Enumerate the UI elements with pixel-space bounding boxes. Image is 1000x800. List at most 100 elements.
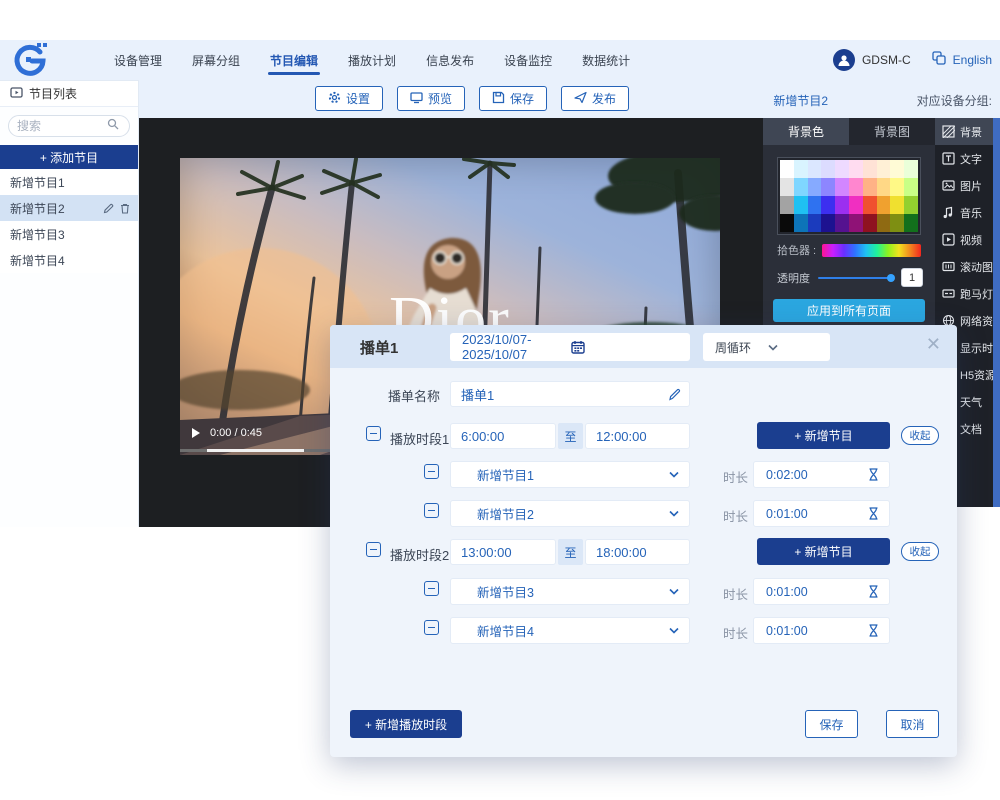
palette-swatch[interactable] bbox=[835, 196, 849, 214]
user-avatar[interactable] bbox=[833, 49, 855, 71]
palette-swatch[interactable] bbox=[794, 178, 808, 196]
palette-swatch[interactable] bbox=[890, 214, 904, 232]
sidebar-item-program-2[interactable]: 新增节目2 bbox=[0, 195, 138, 221]
apply-to-all-pages-button[interactable]: 应用到所有页面 bbox=[773, 299, 925, 322]
language-switch[interactable]: English bbox=[953, 53, 992, 67]
date-range-input[interactable]: 2023/10/07-2025/10/07 bbox=[450, 333, 690, 361]
tab-background-color[interactable]: 背景色 bbox=[763, 118, 849, 145]
opacity-slider[interactable] bbox=[818, 277, 893, 279]
preview-button[interactable]: 预览 bbox=[397, 86, 465, 111]
program-select-2[interactable]: 新增节目2 bbox=[450, 500, 690, 527]
palette-swatch[interactable] bbox=[849, 160, 863, 178]
add-slot-button[interactable]: + 新增播放时段 bbox=[350, 710, 462, 738]
collapse-slot-2-button[interactable]: 收起 bbox=[901, 542, 939, 561]
palette-swatch[interactable] bbox=[835, 214, 849, 232]
palette-swatch[interactable] bbox=[821, 214, 835, 232]
hourglass-icon[interactable] bbox=[868, 468, 879, 481]
hourglass-icon[interactable] bbox=[868, 585, 879, 598]
palette-swatch[interactable] bbox=[904, 178, 918, 196]
tool-background[interactable]: 背景 bbox=[935, 118, 993, 145]
toolstrip-scrollbar[interactable] bbox=[993, 118, 1000, 507]
palette-swatch[interactable] bbox=[877, 214, 891, 232]
nav-item-program-edit[interactable]: 节目编辑 bbox=[268, 40, 320, 81]
palette-swatch[interactable] bbox=[863, 214, 877, 232]
palette-swatch[interactable] bbox=[821, 160, 835, 178]
program-1-duration-input[interactable]: 0:02:00 bbox=[753, 461, 890, 488]
palette-swatch[interactable] bbox=[835, 160, 849, 178]
tool-marquee[interactable]: 跑马灯 bbox=[935, 280, 993, 307]
edit-pencil-icon[interactable] bbox=[668, 388, 681, 401]
add-program-to-slot-2-button[interactable]: + 新增节目 bbox=[757, 538, 890, 565]
palette-swatch[interactable] bbox=[780, 160, 794, 178]
program-3-duration-input[interactable]: 0:01:00 bbox=[753, 578, 890, 605]
palette-swatch[interactable] bbox=[808, 160, 822, 178]
sidebar-item-program-3[interactable]: 新增节目3 bbox=[0, 221, 138, 247]
program-select-3[interactable]: 新增节目3 bbox=[450, 578, 690, 605]
slot-2-start-input[interactable]: 13:00:00 bbox=[450, 539, 556, 565]
save-button[interactable]: 保存 bbox=[479, 86, 547, 111]
palette-swatch[interactable] bbox=[863, 196, 877, 214]
program-4-duration-input[interactable]: 0:01:00 bbox=[753, 617, 890, 644]
repeat-mode-select[interactable]: 周循环 bbox=[703, 333, 830, 361]
program-select-1[interactable]: 新增节目1 bbox=[450, 461, 690, 488]
nav-item-device-management[interactable]: 设备管理 bbox=[112, 40, 164, 81]
close-icon[interactable]: ✕ bbox=[926, 335, 941, 353]
tool-scrolling-image[interactable]: 滚动图 bbox=[935, 253, 993, 280]
palette-swatch[interactable] bbox=[849, 196, 863, 214]
palette-swatch[interactable] bbox=[890, 196, 904, 214]
play-icon[interactable] bbox=[192, 428, 200, 438]
remove-program-button[interactable] bbox=[424, 581, 439, 596]
calendar-icon[interactable] bbox=[571, 340, 680, 354]
slot-1-end-input[interactable]: 12:00:00 bbox=[585, 423, 690, 449]
publish-button[interactable]: 发布 bbox=[561, 86, 629, 111]
modal-save-button[interactable]: 保存 bbox=[805, 710, 858, 738]
slot-1-start-input[interactable]: 6:00:00 bbox=[450, 423, 556, 449]
playlist-name-input[interactable]: 播单1 bbox=[450, 381, 690, 407]
palette-swatch[interactable] bbox=[877, 196, 891, 214]
palette-swatch[interactable] bbox=[821, 178, 835, 196]
remove-program-button[interactable] bbox=[424, 503, 439, 518]
palette-swatch[interactable] bbox=[794, 196, 808, 214]
sidebar-item-program-1[interactable]: 新增节目1 bbox=[0, 169, 138, 195]
opacity-value[interactable]: 1 bbox=[901, 268, 923, 287]
nav-item-screen-groups[interactable]: 屏幕分组 bbox=[190, 40, 242, 81]
program-select-4[interactable]: 新增节目4 bbox=[450, 617, 690, 644]
palette-swatch[interactable] bbox=[794, 214, 808, 232]
palette-swatch[interactable] bbox=[904, 214, 918, 232]
delete-trash-icon[interactable] bbox=[120, 203, 130, 214]
nav-item-info-publish[interactable]: 信息发布 bbox=[424, 40, 476, 81]
palette-swatch[interactable] bbox=[863, 160, 877, 178]
palette-swatch[interactable] bbox=[808, 196, 822, 214]
palette-swatch[interactable] bbox=[808, 178, 822, 196]
color-picker-gradient[interactable] bbox=[822, 244, 921, 257]
remove-program-button[interactable] bbox=[424, 620, 439, 635]
add-program-to-slot-1-button[interactable]: + 新增节目 bbox=[757, 422, 890, 449]
nav-item-data-statistics[interactable]: 数据统计 bbox=[580, 40, 632, 81]
palette-swatch[interactable] bbox=[808, 214, 822, 232]
tool-video[interactable]: 视频 bbox=[935, 226, 993, 253]
palette-swatch[interactable] bbox=[794, 160, 808, 178]
palette-swatch[interactable] bbox=[780, 196, 794, 214]
search-icon[interactable] bbox=[107, 117, 119, 135]
edit-pencil-icon[interactable] bbox=[103, 203, 114, 214]
slot-2-end-input[interactable]: 18:00:00 bbox=[585, 539, 690, 565]
palette-swatch[interactable] bbox=[890, 178, 904, 196]
collapse-slot-1-button[interactable]: 收起 bbox=[901, 426, 939, 445]
palette-swatch[interactable] bbox=[835, 178, 849, 196]
settings-button[interactable]: 设置 bbox=[315, 86, 383, 111]
remove-program-button[interactable] bbox=[424, 464, 439, 479]
palette-swatch[interactable] bbox=[877, 178, 891, 196]
tab-background-image[interactable]: 背景图 bbox=[849, 118, 935, 145]
tool-text[interactable]: 文字 bbox=[935, 145, 993, 172]
palette-swatch[interactable] bbox=[904, 196, 918, 214]
palette-swatch[interactable] bbox=[877, 160, 891, 178]
add-program-button[interactable]: + 添加节目 bbox=[0, 145, 138, 169]
modal-cancel-button[interactable]: 取消 bbox=[886, 710, 939, 738]
hourglass-icon[interactable] bbox=[868, 624, 879, 637]
hourglass-icon[interactable] bbox=[868, 507, 879, 520]
palette-swatch[interactable] bbox=[890, 160, 904, 178]
palette-swatch[interactable] bbox=[863, 178, 877, 196]
sidebar-item-program-4[interactable]: 新增节目4 bbox=[0, 247, 138, 273]
remove-slot-button[interactable] bbox=[366, 542, 381, 557]
palette-swatch[interactable] bbox=[780, 178, 794, 196]
